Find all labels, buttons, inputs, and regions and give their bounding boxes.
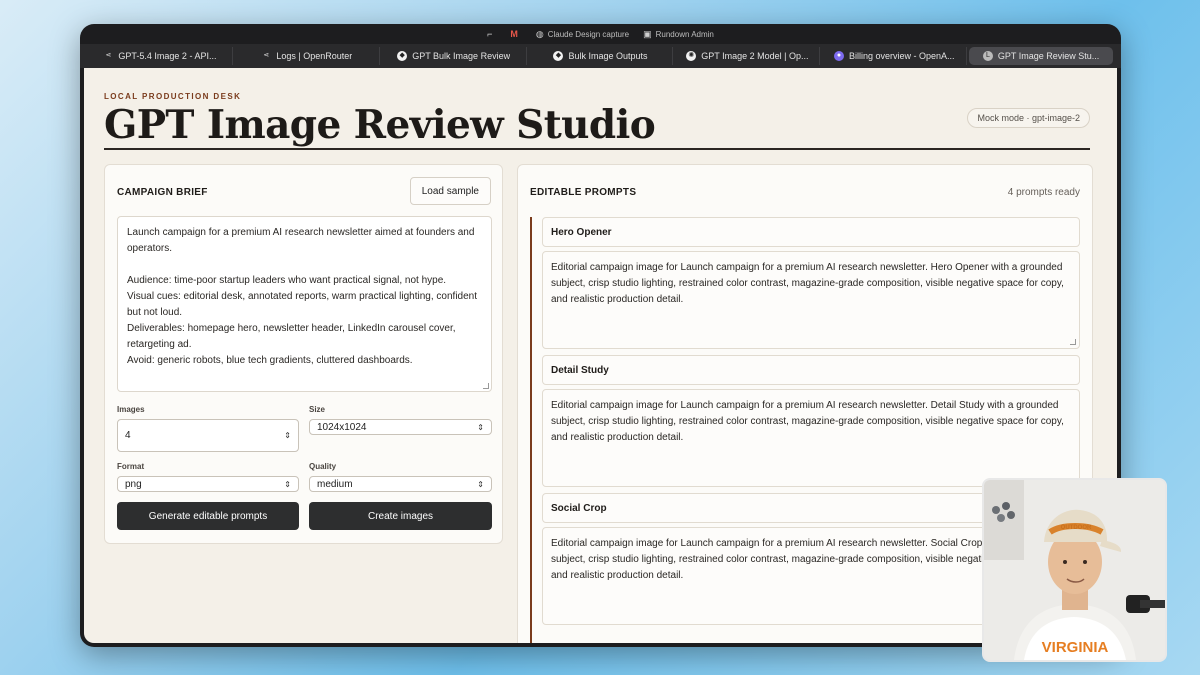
webcam-overlay: VIRGINIA OUTDOOR	[982, 478, 1167, 662]
editable-prompts-title: EDITABLE PROMPTS	[530, 187, 637, 198]
prompt-text: Editorial campaign image for Launch camp…	[551, 262, 1064, 305]
app-icon: ◆	[397, 51, 408, 61]
titlebar: ⌐ M ◍ Claude Design capture ▣ Rundown Ad…	[80, 24, 1121, 44]
cursor-icon: ⌐	[487, 29, 493, 39]
titlebar-item-claude-design[interactable]: ◍ Claude Design capture	[536, 29, 629, 40]
titlebar-item-cursor[interactable]: ⌐	[487, 29, 496, 39]
tab-gpt-image-2-api[interactable]: ⋖ GPT-5.4 Image 2 - API...	[88, 47, 233, 65]
format-value: png	[125, 478, 142, 490]
prompt-item-detail-study: Detail Study Editorial campaign image fo…	[542, 355, 1080, 487]
chevron-updown-icon: ⇕	[477, 479, 484, 489]
stepper-icon: ⇕	[284, 431, 291, 440]
globe-icon: ◍	[535, 28, 544, 39]
prompt-text-field[interactable]: Editorial campaign image for Launch camp…	[542, 251, 1080, 349]
tab-bar: ⋖ GPT-5.4 Image 2 - API... ⋖ Logs | Open…	[80, 44, 1121, 68]
gmail-icon: M	[510, 29, 518, 39]
size-label: Size	[309, 405, 326, 414]
tab-gpt-bulk-image-review[interactable]: ◆ GPT Bulk Image Review	[382, 47, 527, 65]
page-title: GPT Image Review Studio	[104, 102, 656, 148]
prompt-text: Editorial campaign image for Launch camp…	[551, 400, 1064, 443]
images-label: Images	[117, 405, 145, 414]
size-select[interactable]: 1024x1024 ⇕	[309, 419, 492, 435]
local-icon: L	[982, 51, 993, 61]
app-page: LOCAL PRODUCTION DESK GPT Image Review S…	[84, 68, 1117, 643]
format-label: Format	[117, 462, 145, 471]
billing-icon: ●	[833, 51, 844, 61]
presenter-video: VIRGINIA OUTDOOR	[984, 480, 1165, 660]
images-value: 4	[125, 430, 131, 441]
quality-select[interactable]: medium ⇕	[309, 476, 492, 492]
prompt-item-hero-opener: Hero Opener Editorial campaign image for…	[542, 217, 1080, 349]
titlebar-item-rundown-admin[interactable]: ▣ Rundown Admin	[643, 29, 714, 40]
cap-text: OUTDOOR	[1061, 525, 1092, 531]
create-images-button[interactable]: Create images	[309, 502, 492, 530]
format-select[interactable]: png ⇕	[117, 476, 299, 492]
campaign-brief-textarea[interactable]: Launch campaign for a premium AI researc…	[117, 216, 492, 392]
tab-logs-openrouter[interactable]: ⋖ Logs | OpenRouter	[235, 47, 380, 65]
prompt-name-field[interactable]: Detail Study	[542, 355, 1080, 385]
tab-gpt-image-2-model[interactable]: ✺ GPT Image 2 Model | Op...	[675, 47, 821, 65]
openai-icon: ✺	[686, 51, 697, 61]
prompt-name-field[interactable]: Hero Opener	[542, 217, 1080, 247]
notion-icon: ▣	[643, 28, 652, 39]
chevron-updown-icon: ⇕	[284, 479, 291, 489]
openrouter-icon: ⋖	[105, 52, 112, 59]
tab-billing-overview[interactable]: ● Billing overview - OpenA...	[822, 47, 968, 65]
quality-label: Quality	[309, 462, 337, 471]
load-sample-button[interactable]: Load sample	[409, 177, 491, 205]
page-eyebrow: LOCAL PRODUCTION DESK	[104, 92, 242, 101]
prompts-ready-count: 4 prompts ready	[1007, 187, 1080, 198]
quality-value: medium	[317, 478, 353, 490]
browser-window: ⌐ M ◍ Claude Design capture ▣ Rundown Ad…	[80, 24, 1121, 647]
textarea-resize-handle[interactable]	[1070, 339, 1076, 345]
campaign-brief-card: CAMPAIGN BRIEF Load sample Launch campai…	[104, 164, 503, 544]
app-icon: ◆	[553, 51, 564, 61]
images-stepper[interactable]: 4 ⇕	[117, 419, 299, 452]
chevron-updown-icon: ⇕	[477, 422, 484, 432]
openrouter-icon: ⋖	[263, 52, 270, 59]
tab-bulk-image-outputs[interactable]: ◆ Bulk Image Outputs	[529, 47, 674, 65]
size-value: 1024x1024	[317, 421, 367, 433]
titlebar-item-gmail[interactable]: M	[510, 29, 522, 39]
page-header: LOCAL PRODUCTION DESK GPT Image Review S…	[104, 92, 1090, 150]
textarea-resize-handle[interactable]	[483, 383, 489, 389]
shirt-text: VIRGINIA	[1042, 639, 1109, 656]
generate-prompts-button[interactable]: Generate editable prompts	[117, 502, 299, 530]
tab-gpt-image-review-studio[interactable]: L GPT Image Review Stu...	[969, 47, 1114, 65]
campaign-brief-title: CAMPAIGN BRIEF	[117, 187, 208, 198]
prompt-text-field[interactable]: Editorial campaign image for Launch camp…	[542, 389, 1080, 487]
mode-badge: Mock mode · gpt-image-2	[967, 108, 1090, 128]
